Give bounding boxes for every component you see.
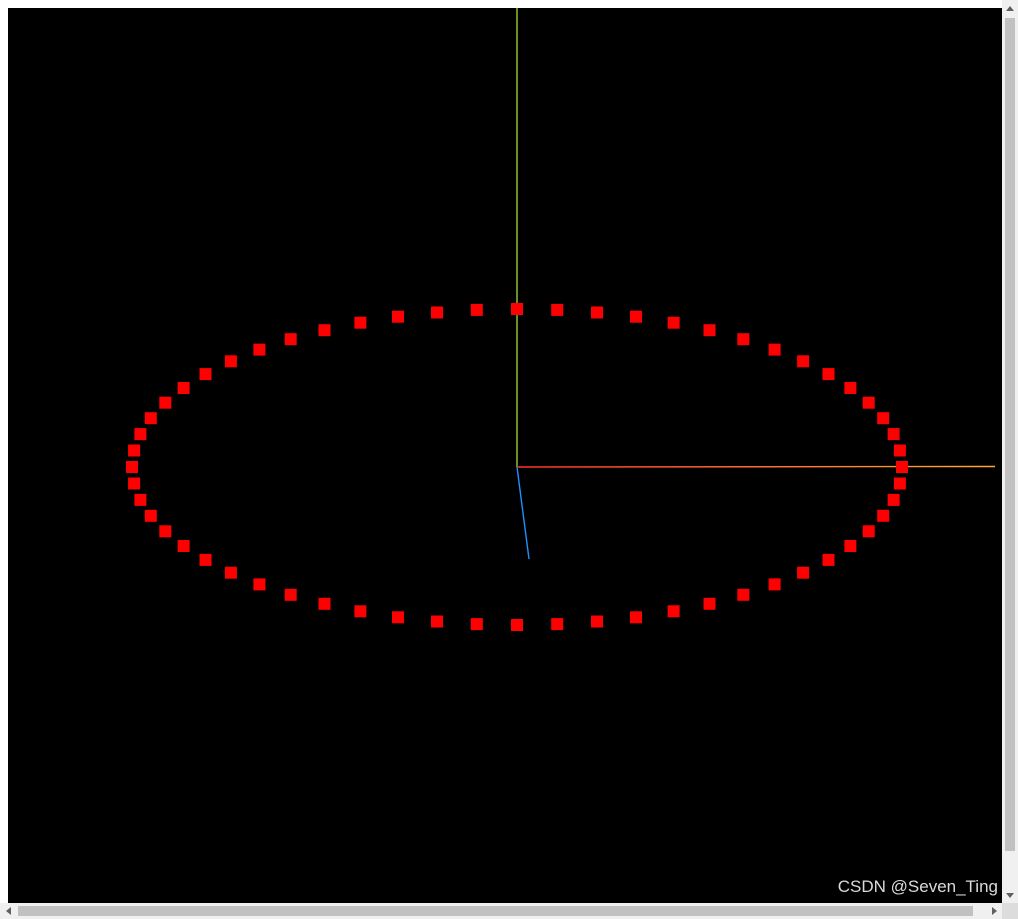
arrow-left-icon[interactable] bbox=[0, 903, 16, 919]
point-marker bbox=[768, 343, 781, 356]
three-scene bbox=[8, 8, 1002, 903]
point-marker bbox=[224, 355, 237, 368]
vertical-scroll-thumb[interactable] bbox=[1005, 18, 1015, 851]
point-marker bbox=[354, 605, 367, 618]
point-marker bbox=[768, 578, 781, 591]
browser-viewport: CSDN @Seven_Ting bbox=[0, 0, 1018, 919]
point-marker bbox=[431, 615, 443, 628]
point-marker bbox=[896, 461, 908, 473]
webgl-canvas[interactable]: CSDN @Seven_Ting bbox=[8, 8, 1002, 903]
point-marker bbox=[199, 553, 212, 566]
horizontal-scrollbar[interactable] bbox=[0, 903, 1002, 919]
point-marker bbox=[159, 396, 172, 409]
point-marker bbox=[844, 540, 857, 552]
point-marker bbox=[253, 578, 266, 591]
point-marker bbox=[318, 324, 331, 337]
point-marker bbox=[822, 368, 835, 381]
point-marker bbox=[392, 611, 404, 624]
point-marker bbox=[511, 619, 523, 631]
point-marker bbox=[893, 444, 906, 457]
point-marker bbox=[253, 343, 266, 356]
vertical-scrollbar[interactable] bbox=[1002, 0, 1018, 903]
point-marker bbox=[126, 461, 138, 473]
point-marker bbox=[737, 588, 750, 601]
point-marker bbox=[470, 303, 483, 316]
point-marker bbox=[354, 316, 367, 329]
point-marker bbox=[667, 316, 680, 329]
point-marker bbox=[887, 493, 900, 506]
point-marker bbox=[511, 303, 523, 315]
point-marker bbox=[551, 303, 564, 316]
arrow-up-icon[interactable] bbox=[1002, 0, 1018, 16]
point-marker bbox=[822, 553, 835, 566]
point-marker bbox=[630, 310, 642, 323]
point-marker bbox=[862, 525, 875, 538]
point-marker bbox=[392, 310, 404, 323]
point-marker bbox=[134, 428, 147, 441]
point-marker bbox=[797, 566, 810, 579]
x-axis-line bbox=[516, 465, 996, 468]
point-marker bbox=[134, 493, 147, 506]
point-marker bbox=[470, 618, 483, 631]
point-marker bbox=[703, 324, 716, 337]
point-marker bbox=[862, 396, 875, 409]
point-marker bbox=[128, 444, 141, 457]
point-marker bbox=[703, 597, 716, 610]
point-marker bbox=[630, 611, 642, 624]
point-marker bbox=[877, 509, 890, 522]
point-marker bbox=[177, 540, 190, 552]
arrow-down-icon[interactable] bbox=[1002, 887, 1018, 903]
point-marker bbox=[128, 477, 141, 490]
point-marker bbox=[844, 382, 857, 394]
point-marker bbox=[431, 306, 443, 319]
watermark: CSDN @Seven_Ting bbox=[837, 877, 998, 896]
arrow-right-icon[interactable] bbox=[986, 903, 1002, 919]
point-marker bbox=[887, 428, 900, 441]
point-marker bbox=[284, 588, 297, 601]
point-marker bbox=[144, 412, 157, 425]
point-marker bbox=[284, 333, 297, 346]
point-marker bbox=[177, 382, 190, 394]
scrollbar-corner bbox=[1002, 903, 1018, 919]
z-axis-line bbox=[516, 466, 530, 560]
point-marker bbox=[159, 525, 172, 538]
point-marker bbox=[591, 615, 603, 628]
point-marker bbox=[877, 412, 890, 425]
point-marker bbox=[893, 477, 906, 490]
point-marker bbox=[591, 306, 603, 319]
point-marker bbox=[667, 605, 680, 618]
horizontal-scroll-thumb[interactable] bbox=[18, 906, 973, 916]
point-marker bbox=[199, 368, 212, 381]
point-marker bbox=[737, 333, 750, 346]
point-marker bbox=[551, 618, 564, 631]
point-marker bbox=[318, 597, 331, 610]
point-marker bbox=[144, 509, 157, 522]
point-marker bbox=[797, 355, 810, 368]
point-marker bbox=[224, 566, 237, 579]
